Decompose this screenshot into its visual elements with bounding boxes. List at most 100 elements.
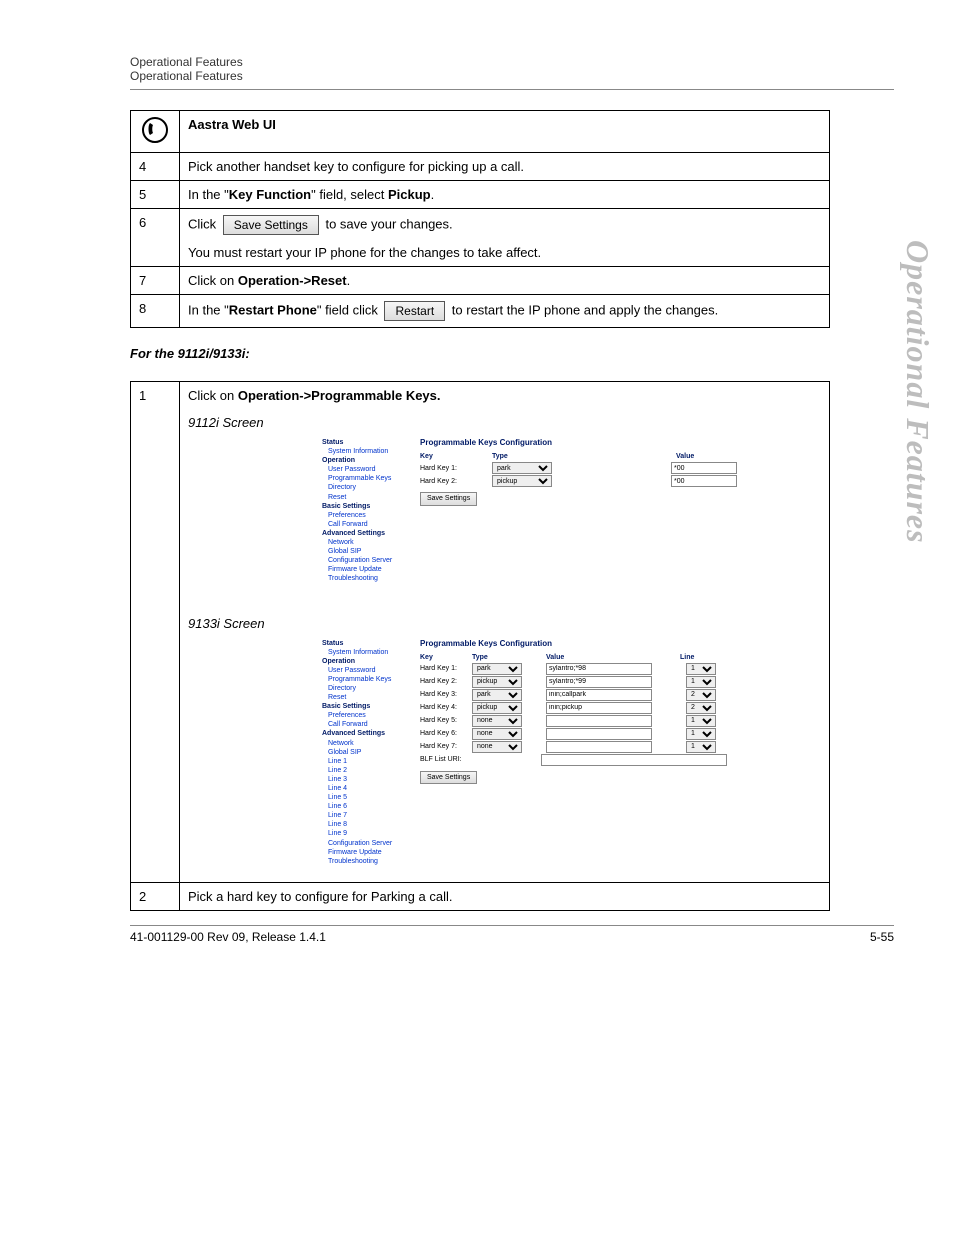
header-line-1: Operational Features bbox=[130, 55, 894, 69]
nav2-line9[interactable]: Line 9 bbox=[322, 829, 412, 838]
hk9133-2-type-select[interactable]: pickup bbox=[472, 676, 522, 688]
hk9133-3-line-select[interactable]: 2 bbox=[686, 689, 716, 701]
nav2-directory[interactable]: Directory bbox=[322, 684, 412, 693]
hardkey9133-row-5: Hard Key 5: none 1 bbox=[420, 715, 784, 727]
nav-callfwd[interactable]: Call Forward bbox=[322, 520, 412, 529]
hk9133-5-value-input[interactable] bbox=[546, 715, 652, 727]
step2-1-cell: Click on Operation->Programmable Keys. 9… bbox=[180, 382, 830, 883]
nav2-progkeys[interactable]: Programmable Keys bbox=[322, 675, 412, 684]
step6-note: You must restart your IP phone for the c… bbox=[188, 245, 541, 260]
nav-reset[interactable]: Reset bbox=[322, 493, 412, 502]
nav2-line1[interactable]: Line 1 bbox=[322, 757, 412, 766]
nav2-globalsip[interactable]: Global SIP bbox=[322, 748, 412, 757]
hk9133-6-type-select[interactable]: none bbox=[472, 728, 522, 740]
step5-post: " field, select bbox=[311, 187, 388, 202]
step5-pre: In the " bbox=[188, 187, 229, 202]
step5-bold2: Pickup bbox=[388, 187, 431, 202]
save-settings-button[interactable]: Save Settings bbox=[223, 215, 319, 235]
hk9133-1-value-input[interactable] bbox=[546, 663, 652, 675]
hk2-type-select[interactable]: pickup bbox=[492, 475, 552, 487]
hk9133-3-label: Hard Key 3: bbox=[420, 690, 468, 699]
nav2-reset[interactable]: Reset bbox=[322, 693, 412, 702]
hk9133-4-type-select[interactable]: pickup bbox=[472, 702, 522, 714]
nav2-line7[interactable]: Line 7 bbox=[322, 811, 412, 820]
hk9133-2-line-select[interactable]: 1 bbox=[686, 676, 716, 688]
hk9133-4-line-select[interactable]: 2 bbox=[686, 702, 716, 714]
nav2-line4[interactable]: Line 4 bbox=[322, 784, 412, 793]
nav-sysinfo[interactable]: System Information bbox=[322, 447, 412, 456]
step-7-text: Click on Operation->Reset. bbox=[180, 267, 830, 295]
nav2-line3[interactable]: Line 3 bbox=[322, 775, 412, 784]
nav-prefs[interactable]: Preferences bbox=[322, 511, 412, 520]
webui-icon-cell bbox=[131, 111, 180, 153]
nav2-line5[interactable]: Line 5 bbox=[322, 793, 412, 802]
nav-tshoot[interactable]: Troubleshooting bbox=[322, 574, 412, 583]
hardkey9133-row-2: Hard Key 2:pickup1 bbox=[420, 676, 784, 688]
hk9133-7-value-input[interactable] bbox=[546, 741, 652, 753]
step2-1-pre: Click on bbox=[188, 388, 238, 403]
hk9133-5-line-select[interactable]: 1 bbox=[686, 715, 716, 727]
mini-main-9133: Programmable Keys Configuration Key Type… bbox=[416, 637, 788, 868]
side-chapter-title: Operational Features bbox=[899, 240, 936, 544]
col-value: Value bbox=[676, 452, 694, 461]
step-8-text: In the "Restart Phone" field click Resta… bbox=[180, 295, 830, 328]
footer-right: 5-55 bbox=[870, 930, 894, 944]
nav-network[interactable]: Network bbox=[322, 538, 412, 547]
nav2-callfwd[interactable]: Call Forward bbox=[322, 720, 412, 729]
mini-save-button-9133[interactable]: Save Settings bbox=[420, 771, 477, 784]
hk9133-6-value-input[interactable] bbox=[546, 728, 652, 740]
hk9133-7-type-select[interactable]: none bbox=[472, 741, 522, 753]
step7-tail: . bbox=[347, 273, 351, 288]
hardkey9133-row-3: Hard Key 3: park 2 bbox=[420, 689, 784, 701]
page-footer: 41-001129-00 Rev 09, Release 1.4.1 5-55 bbox=[130, 925, 894, 944]
step8-mid: " field click bbox=[317, 302, 382, 317]
step6-pre: Click bbox=[188, 216, 220, 231]
step-num-4: 4 bbox=[131, 153, 180, 181]
hk9133-7-line-select[interactable]: 1 bbox=[686, 741, 716, 753]
step6-post: to save your changes. bbox=[325, 216, 452, 231]
hk1-value-input[interactable] bbox=[671, 462, 737, 474]
nav2-tshoot[interactable]: Troubleshooting bbox=[322, 857, 412, 866]
hk9133-3-type-select[interactable]: park bbox=[472, 689, 522, 701]
nav2-prefs[interactable]: Preferences bbox=[322, 711, 412, 720]
hk9133-5-label: Hard Key 5: bbox=[420, 716, 468, 725]
hk9133-3-value-input[interactable] bbox=[546, 689, 652, 701]
step-num-5: 5 bbox=[131, 181, 180, 209]
header-line-2: Operational Features bbox=[130, 69, 894, 83]
hk9133-1-type-select[interactable]: park bbox=[472, 663, 522, 675]
hk1-type-select[interactable]: park bbox=[492, 462, 552, 474]
hk9133-5-type-select[interactable]: none bbox=[472, 715, 522, 727]
nav-advanced: Advanced Settings bbox=[322, 529, 412, 538]
nav-operation: Operation bbox=[322, 456, 412, 465]
nav2-cfgsrv[interactable]: Configuration Server bbox=[322, 839, 412, 848]
hk9133-1-line-select[interactable]: 1 bbox=[686, 663, 716, 675]
nav2-sysinfo[interactable]: System Information bbox=[322, 648, 412, 657]
nav-progkeys[interactable]: Programmable Keys bbox=[322, 474, 412, 483]
nav-globalsip[interactable]: Global SIP bbox=[322, 547, 412, 556]
nav2-network[interactable]: Network bbox=[322, 739, 412, 748]
restart-button[interactable]: Restart bbox=[384, 301, 445, 321]
nav-basic: Basic Settings bbox=[322, 502, 412, 511]
nav2-line8[interactable]: Line 8 bbox=[322, 820, 412, 829]
hk9133-6-line-select[interactable]: 1 bbox=[686, 728, 716, 740]
mini-title-9112: Programmable Keys Configuration bbox=[420, 438, 784, 448]
col2-value: Value bbox=[546, 653, 646, 662]
step-num-7: 7 bbox=[131, 267, 180, 295]
step8-pre: In the " bbox=[188, 302, 229, 317]
hk9133-4-value-input[interactable] bbox=[546, 702, 652, 714]
nav2-userpw[interactable]: User Password bbox=[322, 666, 412, 675]
nav-fwupd[interactable]: Firmware Update bbox=[322, 565, 412, 574]
nav2-fwupd[interactable]: Firmware Update bbox=[322, 848, 412, 857]
nav-directory[interactable]: Directory bbox=[322, 483, 412, 492]
blf-input[interactable] bbox=[541, 754, 727, 766]
mini-save-button-9112[interactable]: Save Settings bbox=[420, 492, 477, 505]
nav2-status: Status bbox=[322, 639, 412, 648]
step-num-6: 6 bbox=[131, 209, 180, 267]
nav-userpw[interactable]: User Password bbox=[322, 465, 412, 474]
step2-1-bold: Operation->Programmable Keys. bbox=[238, 388, 441, 403]
nav-cfgsrv[interactable]: Configuration Server bbox=[322, 556, 412, 565]
hk9133-2-value-input[interactable] bbox=[546, 676, 652, 688]
hk2-value-input[interactable] bbox=[671, 475, 737, 487]
nav2-line2[interactable]: Line 2 bbox=[322, 766, 412, 775]
nav2-line6[interactable]: Line 6 bbox=[322, 802, 412, 811]
